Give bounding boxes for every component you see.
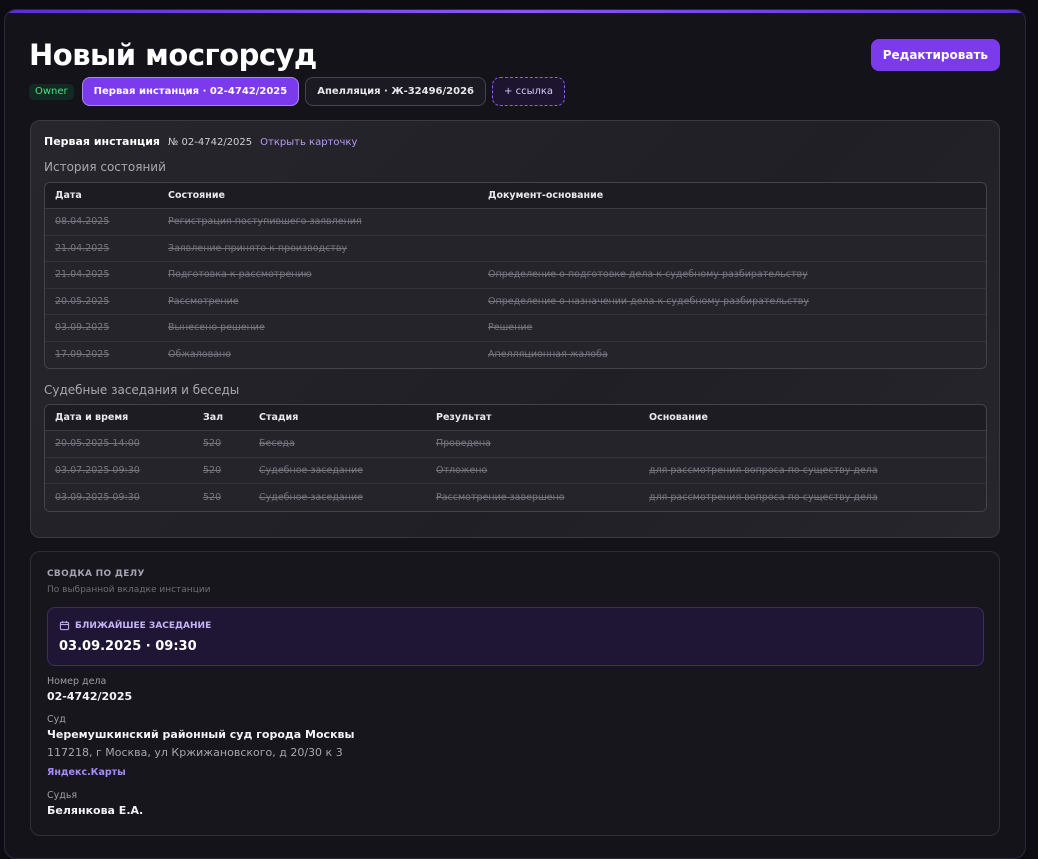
- column-header: Состояние: [158, 183, 478, 209]
- table-cell: Решение: [478, 315, 986, 342]
- table-cell: 21.04.2025: [45, 262, 158, 289]
- table-cell: Определение о назначении дела к судебном…: [478, 288, 986, 315]
- case-number-value: 02-4742/2025: [47, 690, 133, 703]
- table-row: 03.09.2025 Вынесено решение Решение: [45, 315, 986, 342]
- hearings-table: Дата и время Зал Стадия Результат Основа…: [44, 404, 987, 512]
- table-cell: 20.05.2025 14:00: [45, 431, 193, 458]
- column-header: Зал: [193, 405, 249, 431]
- hearings-title: Судебные заседания и беседы: [44, 383, 240, 397]
- next-hearing-value: 03.09.2025 · 09:30: [59, 639, 197, 654]
- table-cell: Судебное заседание: [249, 457, 426, 484]
- open-card-link[interactable]: Открыть карточку: [260, 137, 357, 148]
- table-cell: 20.05.2025: [45, 288, 158, 315]
- history-title: История состояний: [44, 160, 166, 174]
- table-row: 17.09.2025 Обжаловано Апелляционная жало…: [45, 341, 986, 368]
- table-cell: Рассмотрение завершено: [426, 484, 639, 511]
- table-cell: Заявление принято к производству: [158, 235, 478, 262]
- instance-panel: Первая инстанция № 02-4742/2025 Открыть …: [30, 120, 1000, 538]
- court-address: 117218, г Москва, ул Кржижановского, д 2…: [47, 746, 343, 759]
- column-header: Стадия: [249, 405, 426, 431]
- next-hearing-label-row: БЛИЖАЙШЕЕ ЗАСЕДАНИЕ: [59, 620, 211, 631]
- table-cell: Отложено: [426, 457, 639, 484]
- tab-appeal[interactable]: Апелляция · Ж-32496/2026: [305, 77, 487, 106]
- page-title: Новый мосгорсуд: [29, 38, 317, 72]
- table-cell: для рассмотрения вопроса по существу дел…: [639, 484, 986, 511]
- table-cell: Регистрация поступившего заявления: [158, 209, 478, 236]
- table-cell: Вынесено решение: [158, 315, 478, 342]
- column-header: Документ-основание: [478, 183, 986, 209]
- table-cell: Подготовка к рассмотрению: [158, 262, 478, 289]
- instance-header: Первая инстанция № 02-4742/2025 Открыть …: [44, 135, 357, 148]
- table-row: 20.05.2025 14:00 520 Беседа Проведена: [45, 431, 986, 458]
- table-cell: 520: [193, 484, 249, 511]
- table-cell: [478, 209, 986, 236]
- next-hearing-card: БЛИЖАЙШЕЕ ЗАСЕДАНИЕ 03.09.2025 · 09:30: [47, 607, 984, 666]
- yandex-maps-link[interactable]: Яндекс.Карты: [47, 767, 126, 778]
- next-hearing-label: БЛИЖАЙШЕЕ ЗАСЕДАНИЕ: [75, 620, 212, 631]
- judge-label: Судья: [47, 790, 78, 801]
- case-number-label: Номер дела: [47, 676, 107, 687]
- table-header-row: Дата и время Зал Стадия Результат Основа…: [45, 405, 986, 431]
- court-label: Суд: [47, 714, 66, 725]
- table-row: 08.04.2025 Регистрация поступившего заяв…: [45, 209, 986, 236]
- table-cell: для рассмотрения вопроса по существу дел…: [639, 457, 986, 484]
- table-cell: [478, 235, 986, 262]
- accent-top-line: [5, 10, 1025, 13]
- table-cell: Судебное заседание: [249, 484, 426, 511]
- court-value: Черемушкинский районный суд города Москв…: [47, 728, 355, 741]
- table-cell: Апелляционная жалоба: [478, 341, 986, 368]
- column-header: Дата: [45, 183, 158, 209]
- calendar-icon: [59, 620, 70, 631]
- table-row: 21.04.2025 Заявление принято к производс…: [45, 235, 986, 262]
- judge-value: Белянкова Е.А.: [47, 804, 144, 817]
- table-cell: Обжаловано: [158, 341, 478, 368]
- table-cell: Определение о подготовке дела к судебном…: [478, 262, 986, 289]
- table-row: 03.09.2025 09:30 520 Судебное заседание …: [45, 484, 986, 511]
- table-header-row: Дата Состояние Документ-основание: [45, 183, 986, 209]
- instance-number: № 02-4742/2025: [167, 137, 253, 148]
- table-cell: 520: [193, 457, 249, 484]
- instance-tabs: Owner Первая инстанция · 02-4742/2025 Ап…: [29, 77, 566, 106]
- table-cell: 03.09.2025 09:30: [45, 484, 193, 511]
- column-header: Дата и время: [45, 405, 193, 431]
- instance-heading: Первая инстанция: [44, 135, 160, 148]
- table-row: 20.05.2025 Рассмотрение Определение о на…: [45, 288, 986, 315]
- edit-button[interactable]: Редактировать: [870, 39, 1000, 71]
- table-row: 21.04.2025 Подготовка к рассмотрению Опр…: [45, 262, 986, 289]
- case-window: Новый мосгорсуд Редактировать Owner Перв…: [4, 9, 1026, 859]
- table-cell: 21.04.2025: [45, 235, 158, 262]
- table-cell: 03.09.2025: [45, 315, 158, 342]
- summary-subtitle: По выбранной вкладке инстанции: [47, 585, 211, 595]
- add-link-button[interactable]: + ссылка: [492, 77, 566, 106]
- table-row: 03.07.2025 09:30 520 Судебное заседание …: [45, 457, 986, 484]
- history-table: Дата Состояние Документ-основание 08.04.…: [44, 182, 987, 369]
- table-cell: 17.09.2025: [45, 341, 158, 368]
- tab-first-instance[interactable]: Первая инстанция · 02-4742/2025: [81, 77, 300, 106]
- table-cell: [639, 431, 986, 458]
- table-cell: Беседа: [249, 431, 426, 458]
- table-cell: Проведена: [426, 431, 639, 458]
- summary-label: СВОДКА ПО ДЕЛУ: [47, 569, 145, 579]
- column-header: Результат: [426, 405, 639, 431]
- column-header: Основание: [639, 405, 986, 431]
- table-cell: 520: [193, 431, 249, 458]
- table-cell: Рассмотрение: [158, 288, 478, 315]
- table-cell: 08.04.2025: [45, 209, 158, 236]
- owner-badge: Owner: [29, 83, 74, 100]
- table-cell: 03.07.2025 09:30: [45, 457, 193, 484]
- summary-panel: СВОДКА ПО ДЕЛУ По выбранной вкладке инст…: [30, 551, 1000, 836]
